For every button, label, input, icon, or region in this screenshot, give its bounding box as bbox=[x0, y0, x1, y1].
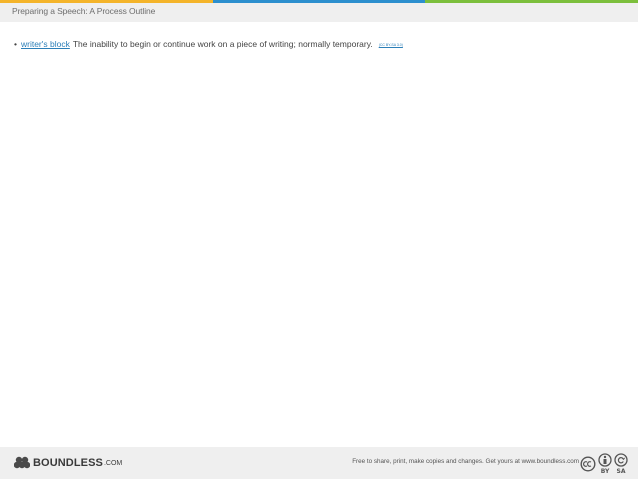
brand-tld: .COM bbox=[103, 460, 123, 467]
brand-name: BOUNDLESS bbox=[33, 456, 103, 469]
header-bar: Preparing a Speech: A Process Outline bbox=[0, 3, 638, 22]
definition-item: • writer's block The inability to begin or… bbox=[14, 39, 628, 49]
bullet: • bbox=[14, 39, 17, 49]
term-link[interactable]: writer's block bbox=[21, 39, 70, 49]
footer-tagline: Free to share, print, make copies and ch… bbox=[352, 458, 579, 465]
sa-icon: SA bbox=[614, 453, 628, 475]
cc-license-icons[interactable]: BY SA bbox=[580, 453, 628, 475]
cc-icon bbox=[580, 456, 596, 472]
boundless-logo[interactable]: BOUNDLESS .COM bbox=[14, 456, 122, 469]
boundless-logo-icon bbox=[14, 456, 30, 469]
page-title: Preparing a Speech: A Process Outline bbox=[12, 6, 156, 16]
footer: BOUNDLESS .COM Free to share, print, mak… bbox=[0, 447, 638, 479]
by-icon: BY bbox=[598, 453, 612, 475]
license-link[interactable]: (CC BY-SA 3.0) bbox=[379, 43, 403, 47]
svg-text:BY: BY bbox=[601, 468, 610, 475]
definition-text: The inability to begin or continue work … bbox=[72, 39, 373, 49]
svg-text:SA: SA bbox=[617, 468, 626, 475]
